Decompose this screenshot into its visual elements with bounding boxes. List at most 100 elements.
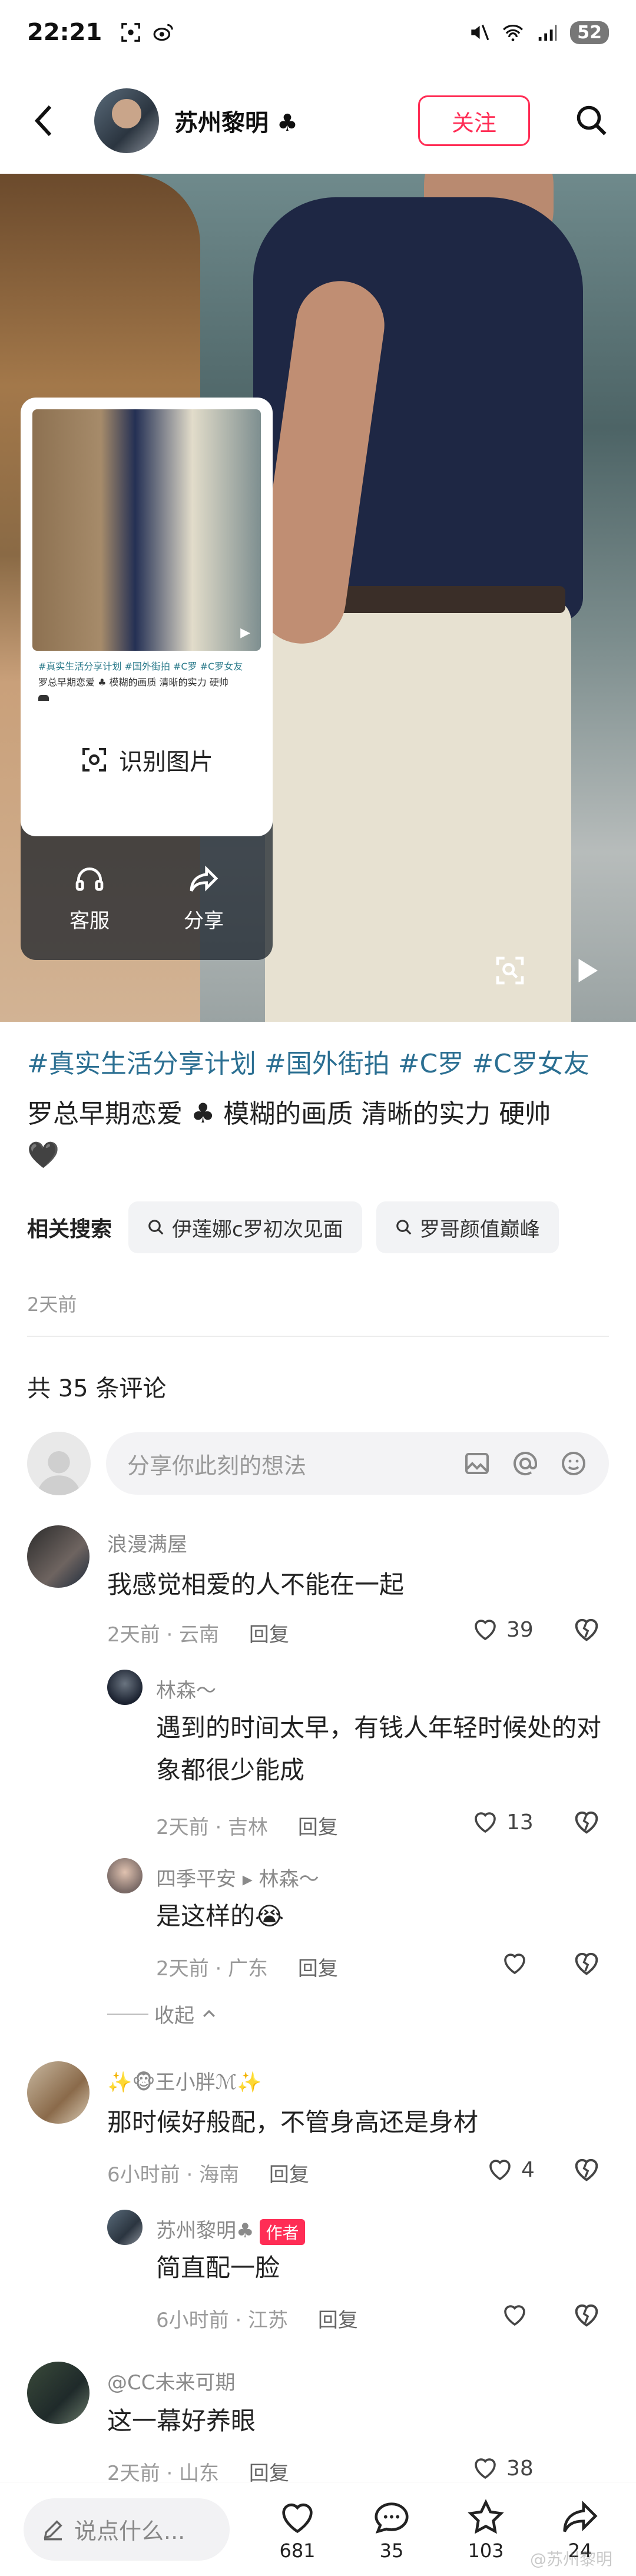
- comment-post-button[interactable]: 35: [359, 2497, 424, 2562]
- back-arrow-icon[interactable]: [24, 100, 65, 141]
- comment-text: 我感觉相爱的人不能在一起: [107, 1570, 405, 1599]
- heart-outline-icon: [475, 1620, 496, 1641]
- follow-button[interactable]: 关注: [418, 95, 530, 146]
- commenter-avatar[interactable]: [27, 1525, 90, 1588]
- like-count: 39: [506, 1617, 534, 1642]
- club-icon: ♣: [191, 1097, 216, 1129]
- post-like-count: 681: [279, 2539, 316, 2562]
- comment-text: 那时候好般配，不管身高还是身材: [107, 2108, 479, 2137]
- weibo-icon: [153, 24, 174, 41]
- reply-text: 是这样的😭: [156, 1902, 284, 1931]
- share-label: 分享: [184, 909, 224, 933]
- image-search-icon[interactable]: [493, 954, 526, 987]
- replier-avatar[interactable]: [107, 1670, 143, 1705]
- wifi-icon: [503, 25, 524, 42]
- preview-play-icon: ▶: [240, 625, 250, 640]
- post-comment-count: 35: [379, 2539, 404, 2562]
- like-button[interactable]: [501, 2301, 529, 2329]
- broken-heart-icon[interactable]: [571, 1807, 602, 1837]
- share-icon: [190, 865, 218, 892]
- replier-avatar[interactable]: [107, 1858, 143, 1893]
- reply-meta: 2天前 · 广东 回复: [156, 1952, 338, 1981]
- heart-outline-icon: [504, 2305, 525, 2326]
- commenter-avatar[interactable]: [27, 2362, 90, 2424]
- replier-name[interactable]: 四季平安 ▸ 林森～: [156, 1863, 319, 1892]
- share-arrow-icon: [563, 2500, 598, 2532]
- customer-service-button[interactable]: 客服: [69, 863, 110, 933]
- reply-button[interactable]: 回复: [318, 2309, 358, 2332]
- long-press-panel: ▶ #真实生活分享计划 #国外街拍 #C罗 #C罗女友 罗总早期恋爱 ♣ 模糊的…: [21, 398, 273, 960]
- chevron-up-icon: [203, 2009, 215, 2017]
- replier-name[interactable]: 苏州黎明♣ 作者: [156, 2214, 305, 2245]
- battery-indicator: 52: [570, 21, 609, 44]
- like-button[interactable]: 38: [471, 2454, 534, 2482]
- heart-outline-icon: [504, 1953, 525, 1975]
- play-icon[interactable]: [568, 953, 604, 988]
- bottom-comment-placeholder: 说点什么...: [74, 2518, 186, 2544]
- like-count: 38: [506, 2456, 534, 2481]
- emoji-icon[interactable]: [559, 1449, 588, 1478]
- share-button[interactable]: 分享: [184, 863, 224, 933]
- broken-heart-icon[interactable]: [571, 1948, 602, 1979]
- search-icon: [396, 1220, 412, 1235]
- related-search-text: 伊莲娜c罗初次见面: [172, 1217, 343, 1241]
- like-button[interactable]: 13: [471, 1808, 534, 1836]
- post-description-part2: 模糊的画质 清晰的实力 硬帅: [223, 1099, 551, 1129]
- black-heart-icon: 🖤: [27, 1140, 59, 1170]
- heart-outline-icon: [489, 2160, 511, 2181]
- status-notification-icons: [120, 21, 175, 44]
- image-scan-icon: [82, 748, 106, 772]
- preview-description: 罗总早期恋爱 ♣ 模糊的画质 清晰的实力 硬帅: [38, 677, 228, 688]
- reply-text: 遇到的时间太早，有钱人年轻时候处的对象都很少能成: [156, 1713, 602, 1784]
- related-search-chip[interactable]: 罗哥颜值巅峰: [376, 1201, 559, 1253]
- signal-icon: [539, 25, 557, 41]
- like-button[interactable]: 4: [486, 2156, 535, 2184]
- like-button[interactable]: 39: [471, 1615, 534, 1644]
- bottom-action-bar: 说点什么... 681 35 103 24 @苏州黎明: [0, 2482, 636, 2576]
- commenter-name[interactable]: ✨🐵王小胖ℳ✨: [107, 2066, 261, 2095]
- pencil-icon: [44, 2519, 62, 2540]
- panel-actions: 客服 分享: [21, 836, 273, 960]
- post-hashtags[interactable]: #真实生活分享计划 #国外街拍 #C罗 #C罗女友: [27, 1042, 589, 1080]
- author-avatar[interactable]: [94, 88, 159, 153]
- author-name-text: 苏州黎明: [174, 110, 269, 137]
- commenter-avatar[interactable]: [27, 2061, 90, 2124]
- reply-button[interactable]: 回复: [269, 2163, 309, 2187]
- replier-name-text: 苏州黎明♣: [156, 2219, 254, 2243]
- mention-icon[interactable]: [511, 1449, 539, 1478]
- related-search-chip[interactable]: 伊莲娜c罗初次见面: [128, 1201, 362, 1253]
- image-preview-card: ▶ #真实生活分享计划 #国外街拍 #C罗 #C罗女友 罗总早期恋爱 ♣ 模糊的…: [21, 398, 273, 836]
- reply-button[interactable]: 回复: [249, 1623, 289, 1647]
- reply-button[interactable]: 回复: [298, 1957, 338, 1981]
- status-time: 22:21: [27, 19, 102, 46]
- customer-service-label: 客服: [69, 909, 110, 933]
- replier-name[interactable]: 林森～: [156, 1674, 216, 1703]
- commenter-name[interactable]: 浪漫满屋: [107, 1528, 187, 1557]
- like-button[interactable]: [501, 1949, 529, 1978]
- comment-input[interactable]: 分享你此刻的想法: [106, 1432, 609, 1495]
- preview-mini-icon: [38, 695, 49, 701]
- like-count: 4: [521, 2157, 535, 2182]
- top-nav: 苏州黎明 ♣ 关注: [0, 82, 636, 159]
- reply-button[interactable]: 回复: [298, 1816, 338, 1839]
- collect-post-button[interactable]: 103: [453, 2497, 518, 2562]
- broken-heart-icon[interactable]: [571, 2300, 602, 2330]
- bottom-comment-input[interactable]: 说点什么...: [24, 2498, 230, 2561]
- commenter-name[interactable]: @CC未来可期: [107, 2366, 235, 2395]
- author-badge: 作者: [260, 2219, 305, 2245]
- status-system-icons: 52: [468, 21, 609, 44]
- collapse-replies-button[interactable]: 收起: [107, 1999, 218, 2028]
- related-searches: 相关搜索 伊莲娜c罗初次见面 罗哥颜值巅峰: [27, 1201, 559, 1253]
- image-icon[interactable]: [463, 1449, 491, 1478]
- author-name[interactable]: 苏州黎明 ♣: [174, 104, 298, 138]
- broken-heart-icon[interactable]: [571, 1614, 602, 1645]
- post-description-part1: 罗总早期恋爱: [27, 1099, 183, 1129]
- recognize-image-button[interactable]: 识别图片: [21, 727, 273, 792]
- broken-heart-icon[interactable]: [571, 2154, 602, 2185]
- divider: [27, 1336, 609, 1337]
- mute-icon: [471, 24, 489, 41]
- search-icon[interactable]: [571, 100, 612, 141]
- like-post-button[interactable]: 681: [265, 2497, 330, 2562]
- related-search-text: 罗哥颜值巅峰: [419, 1217, 540, 1241]
- replier-avatar[interactable]: [107, 2210, 143, 2245]
